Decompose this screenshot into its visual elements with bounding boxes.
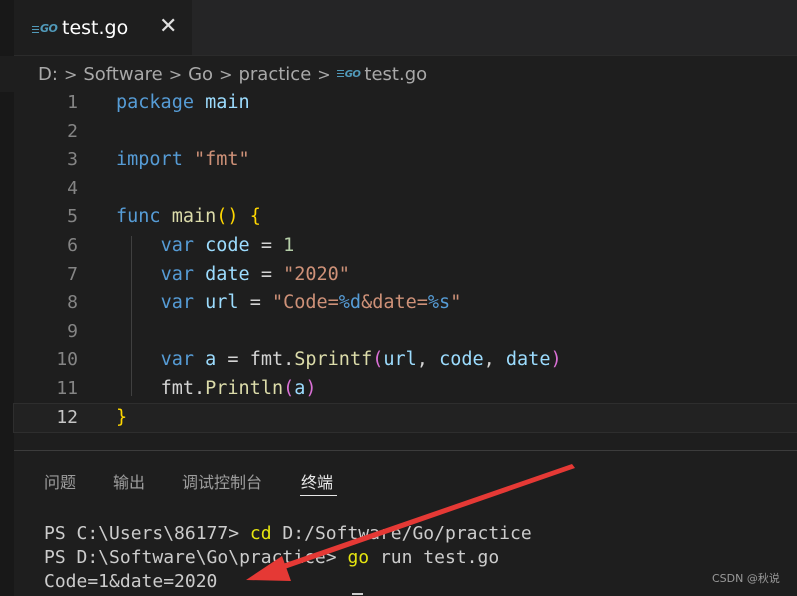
code-text: var url = "Code=%d&date=%s" xyxy=(160,292,462,314)
code-line[interactable]: 11 fmt.Println(a) xyxy=(14,375,797,404)
terminal-command: go xyxy=(347,547,370,568)
code-text: package main xyxy=(116,92,250,113)
line-number: 12 xyxy=(56,406,78,428)
line-number: 10 xyxy=(56,349,78,371)
code-line[interactable]: 2 xyxy=(14,118,797,147)
line-number: 11 xyxy=(56,378,78,399)
line-number: 2 xyxy=(67,120,78,142)
code-text: import "fmt" xyxy=(116,149,250,171)
bottom-panel: 问题 输出 调试控制台 终端 PS C:\Users\86177> cd D:/… xyxy=(14,451,797,596)
breadcrumb-software[interactable]: Software xyxy=(83,64,162,85)
terminal-line: PS D:\Software\Go\practice> go run test.… xyxy=(44,546,499,570)
line-number: 7 xyxy=(67,263,78,285)
tab-terminal[interactable]: 终端 xyxy=(301,469,333,493)
terminal-line: PS C:\Users\86177> cd D:/Software/Go/pra… xyxy=(44,522,532,546)
terminal-prompt: PS D:\Software\Go\practice> xyxy=(44,547,348,568)
terminal-command: cd xyxy=(249,523,272,544)
chevron-right-icon: > xyxy=(63,64,78,84)
go-file-icon: GO xyxy=(336,69,361,80)
code-line[interactable]: 5 func main() { xyxy=(14,203,797,232)
code-line[interactable]: 1 package main xyxy=(14,89,797,118)
tab-debug-console[interactable]: 调试控制台 xyxy=(182,469,262,493)
line-number: 4 xyxy=(67,177,78,199)
code-text: } xyxy=(116,406,128,428)
breadcrumb-file[interactable]: test.go xyxy=(364,64,427,85)
chevron-right-icon: > xyxy=(317,64,331,84)
line-number: 5 xyxy=(67,206,78,228)
terminal-output: Code=1&date=2020 xyxy=(44,571,218,592)
terminal-args: run test.go xyxy=(369,547,500,568)
code-line[interactable]: 8 var url = "Code=%d&date=%s" xyxy=(14,289,797,318)
terminal-args: D:/Software/Go/practice xyxy=(271,523,532,544)
code-text: var a = fmt.Sprintf(url, code, date) xyxy=(160,349,562,371)
terminal-prompt: PS C:\Users\86177> xyxy=(44,523,250,544)
code-text: var code = 1 xyxy=(160,235,295,256)
breadcrumb-go[interactable]: Go xyxy=(188,64,213,85)
chevron-right-icon: > xyxy=(219,64,233,84)
line-number: 1 xyxy=(67,92,78,113)
editor-tab-bar: GO test.go ✕ xyxy=(14,0,797,56)
breadcrumb: D: > Software > Go > practice > GO test.… xyxy=(0,56,797,92)
code-line[interactable]: 7 var date = "2020" xyxy=(14,261,797,290)
code-line[interactable]: 10 var a = fmt.Sprintf(url, code, date) xyxy=(14,346,797,375)
tab-output[interactable]: 输出 xyxy=(113,469,145,493)
code-editor[interactable]: 1 package main 2 3 import "fmt" 4 5 func main()… xyxy=(13,88,797,434)
line-number: 6 xyxy=(67,235,78,256)
tab-title: test.go xyxy=(62,17,129,39)
breadcrumb-drive[interactable]: D: xyxy=(38,64,58,85)
code-line[interactable]: 3 import "fmt" xyxy=(14,146,797,175)
chevron-right-icon: > xyxy=(168,64,183,84)
watermark: CSDN @秋说 xyxy=(712,572,780,585)
code-line[interactable]: 12} xyxy=(13,402,797,434)
go-file-icon: GO xyxy=(32,22,58,35)
code-line[interactable]: 6 var code = 1 xyxy=(14,232,797,261)
code-line[interactable]: 4 xyxy=(14,175,797,204)
tab-test-go[interactable]: GO test.go ✕ xyxy=(14,0,192,55)
line-number: 3 xyxy=(67,149,78,171)
code-text: var date = "2020" xyxy=(160,263,350,285)
terminal-cursor xyxy=(352,593,363,595)
active-tab-indicator xyxy=(300,495,337,496)
code-text: fmt.Println(a) xyxy=(160,378,317,399)
close-icon[interactable]: ✕ xyxy=(159,14,177,39)
code-text: func main() { xyxy=(116,206,261,228)
code-line[interactable]: 9 xyxy=(14,318,797,347)
breadcrumb-practice[interactable]: practice xyxy=(238,64,311,85)
line-number: 9 xyxy=(67,320,78,342)
tab-problems[interactable]: 问题 xyxy=(44,469,76,493)
line-number: 8 xyxy=(67,292,78,314)
